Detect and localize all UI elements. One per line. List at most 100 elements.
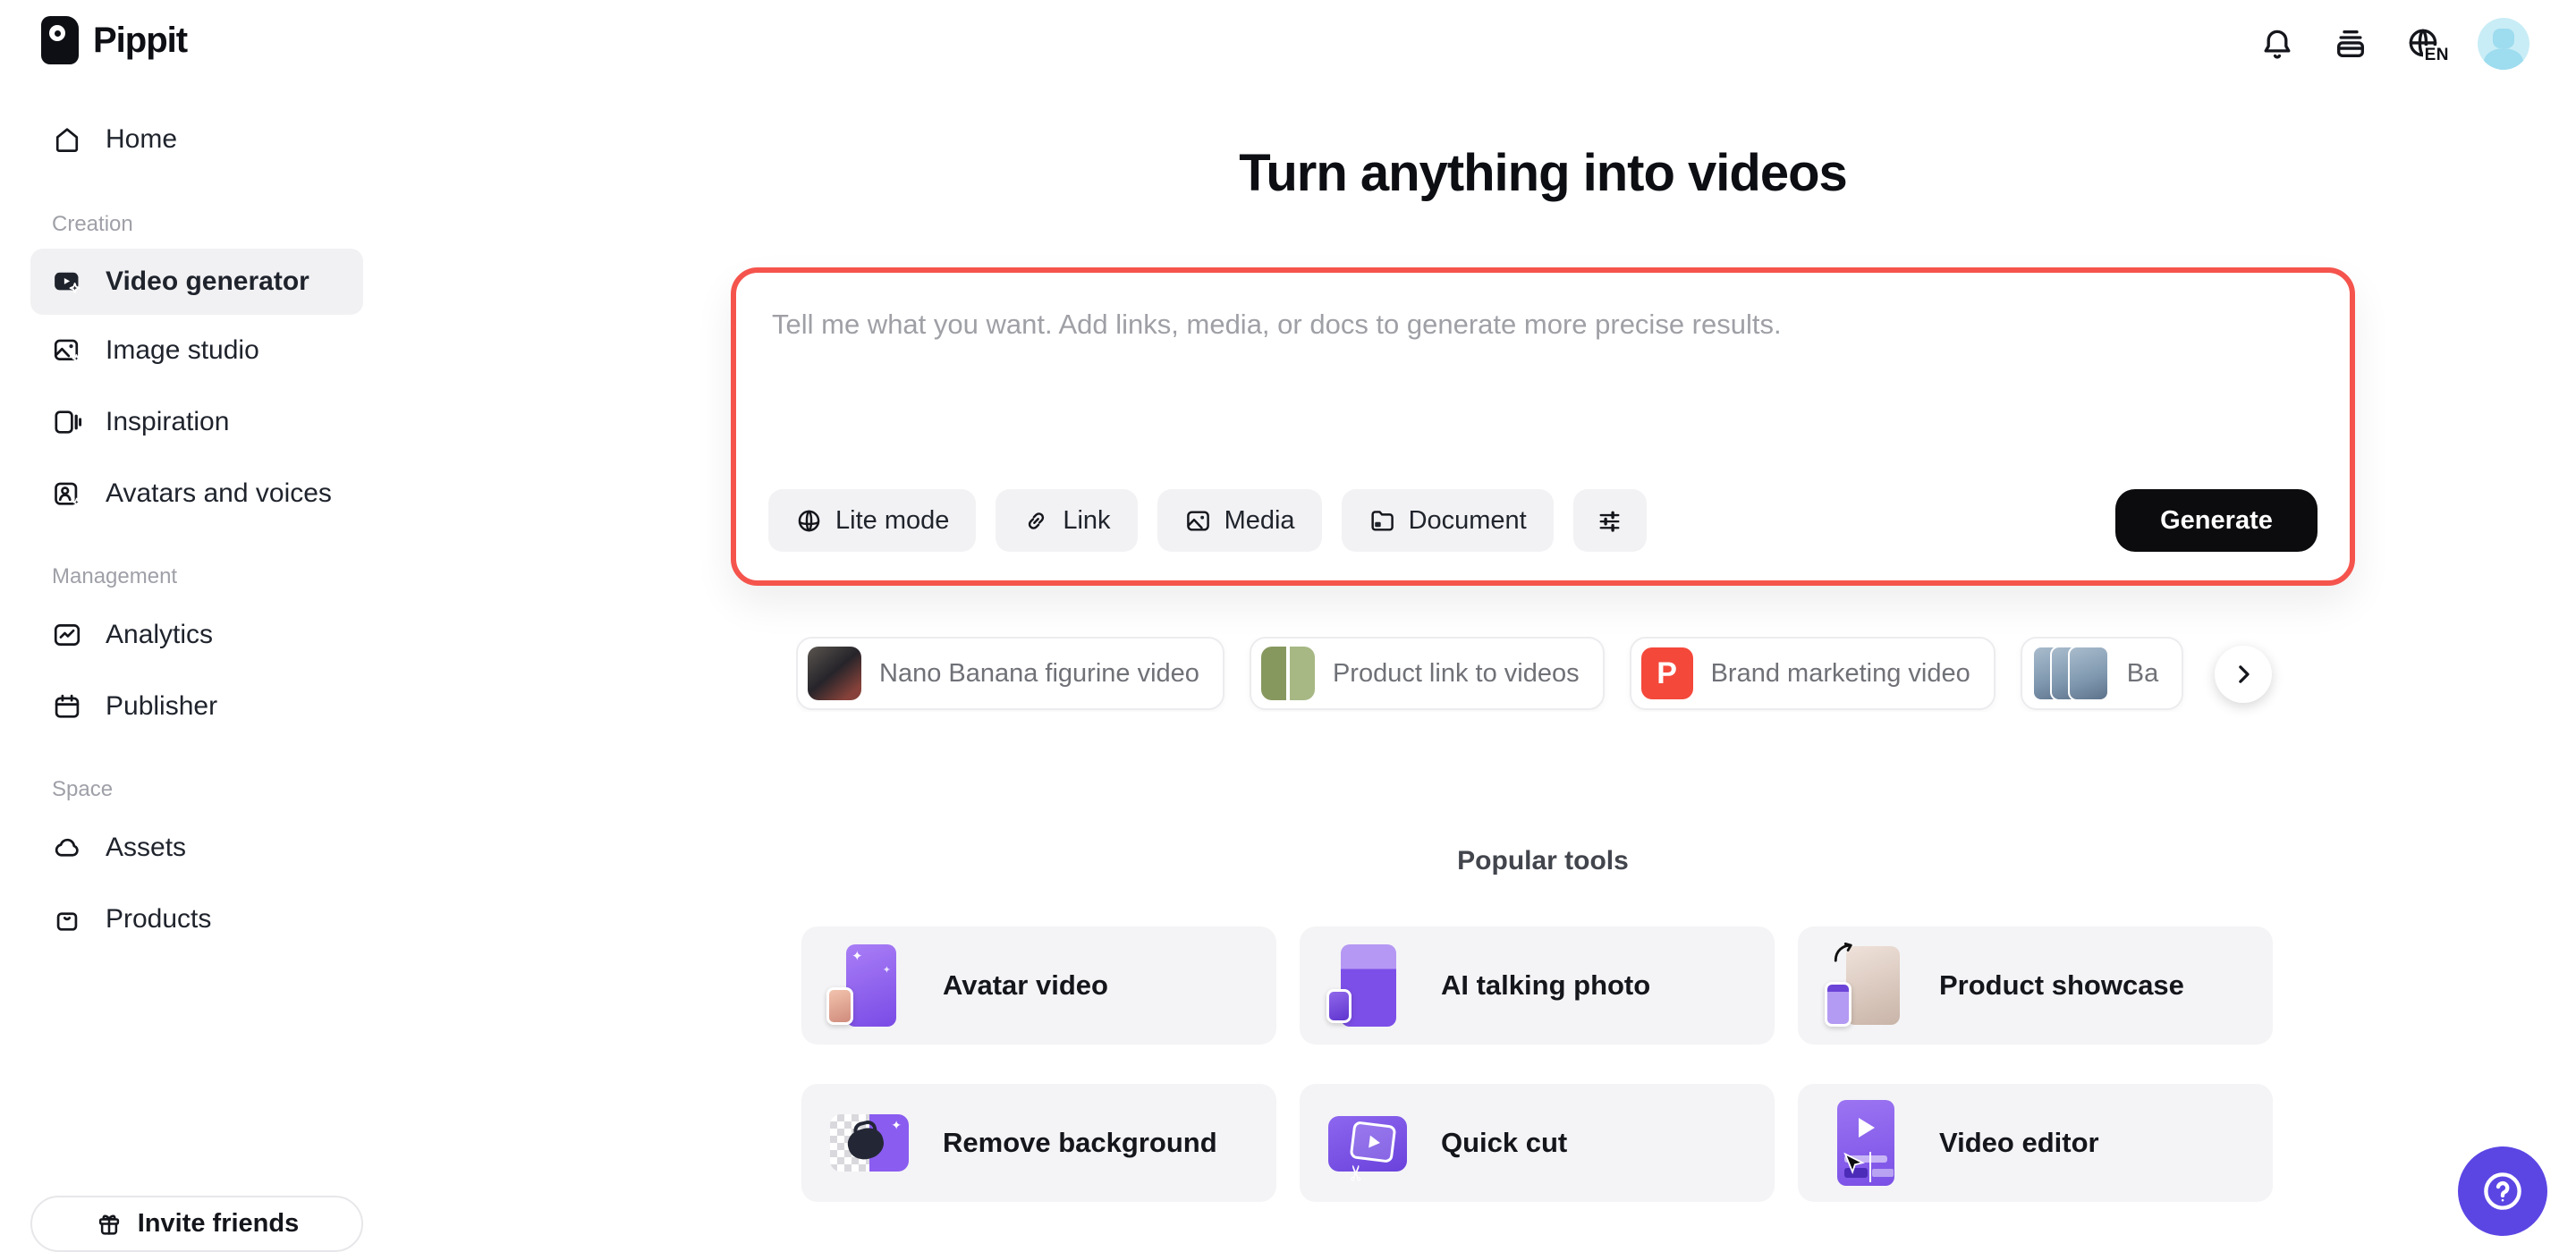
topbar-actions: EN	[2258, 18, 2529, 70]
tool-label: Video editor	[1939, 1127, 2099, 1158]
language-globe-icon[interactable]: EN	[2404, 24, 2449, 65]
tool-label: Remove background	[943, 1127, 1217, 1158]
sidebar-item-products[interactable]: Products	[30, 891, 363, 948]
invite-friends-label: Invite friends	[137, 1209, 300, 1238]
chip-brand-marketing-video[interactable]: P Brand marketing video	[1629, 637, 1996, 710]
user-avatar[interactable]	[2478, 18, 2529, 70]
pippit-logo-icon	[41, 16, 79, 64]
tool-card-video-editor[interactable]: Video editor	[1798, 1084, 2273, 1202]
document-folder-icon	[1370, 510, 1394, 531]
chip-thumbnail	[1260, 647, 1315, 700]
chip-truncated[interactable]: Ba	[2020, 637, 2184, 710]
popular-tools-title: Popular tools	[1457, 846, 1629, 876]
popular-tools-grid: Avatar video AI talking photo Product sh…	[801, 926, 2273, 1202]
pippit-logo-text: Pippit	[93, 20, 188, 60]
tool-label: Avatar video	[943, 969, 1108, 1001]
chip-label: Product link to videos	[1332, 658, 1580, 688]
curved-arrow-icon	[1834, 942, 1852, 962]
sidebar-item-label: Publisher	[106, 691, 218, 721]
chip-thumbnail	[808, 647, 861, 700]
generation-settings-button[interactable]	[1572, 489, 1647, 552]
inspiration-icon	[55, 410, 82, 434]
page-title: Turn anything into videos	[1239, 144, 1848, 202]
products-bag-icon	[56, 912, 78, 931]
tool-label: AI talking photo	[1441, 969, 1651, 1001]
home-icon	[55, 128, 79, 152]
media-image-icon	[1186, 510, 1209, 531]
tool-card-ai-talking-photo[interactable]: AI talking photo	[1300, 926, 1775, 1045]
chip-product-link-to-videos[interactable]: Product link to videos	[1249, 637, 1605, 710]
mouse-cursor	[1843, 1152, 1865, 1175]
avatar-silhouette-head	[2493, 29, 2514, 48]
sidebar-section-creation: Creation	[52, 212, 133, 236]
sidebar-item-analytics[interactable]: Analytics	[30, 606, 363, 664]
sidebar-item-publisher[interactable]: Publisher	[30, 678, 363, 735]
prompt-composer-card: Lite mode Link Media Document Generate	[731, 267, 2355, 586]
tool-label: Product showcase	[1939, 969, 2184, 1001]
chip-p-badge: P	[1640, 647, 1693, 699]
video-generator-icon	[55, 272, 80, 294]
gift-icon	[98, 1214, 119, 1235]
sidebar-item-assets[interactable]: Assets	[30, 819, 363, 876]
ai-talking-photo-thumbnail	[1325, 943, 1411, 1028]
language-code: EN	[2422, 46, 2449, 65]
sidebar-item-avatars-and-voices[interactable]: Avatars and voices	[30, 465, 363, 522]
add-media-button[interactable]: Media	[1157, 489, 1322, 552]
avatar-silhouette-body	[2484, 48, 2523, 70]
pippit-logo[interactable]: Pippit	[41, 16, 188, 64]
sidebar: Home Creation Video generator Image stud…	[30, 111, 363, 948]
chip-label: Ba	[2126, 658, 2159, 688]
sidebar-item-label: Video generator	[106, 266, 309, 296]
sidebar-item-label: Assets	[106, 833, 187, 862]
quick-cut-thumbnail: ✂	[1325, 1100, 1411, 1186]
chevron-right-icon	[2239, 665, 2250, 683]
avatars-icon	[55, 482, 81, 507]
tool-card-quick-cut[interactable]: ✂ Quick cut	[1300, 1084, 1775, 1202]
tool-label: Quick cut	[1441, 1127, 1568, 1158]
invite-friends-button[interactable]: Invite friends	[30, 1196, 363, 1252]
chip-label: Nano Banana figurine video	[879, 658, 1199, 688]
add-link-button[interactable]: Link	[996, 489, 1138, 552]
analytics-icon	[54, 624, 80, 646]
chip-nano-banana-figurine-video[interactable]: Nano Banana figurine video	[796, 637, 1224, 710]
product-showcase-thumbnail	[1823, 942, 1909, 1028]
sidebar-item-video-generator[interactable]: Video generator	[30, 249, 363, 315]
sidebar-item-label: Image studio	[106, 335, 259, 365]
suggestion-chips-row: Nano Banana figurine video Product link …	[796, 637, 2354, 712]
sidebar-item-label: Avatars and voices	[106, 478, 332, 508]
help-button[interactable]	[2458, 1146, 2547, 1236]
chip-label: Brand marketing video	[1710, 658, 1970, 688]
generate-button[interactable]: Generate	[2115, 489, 2318, 552]
notifications-bell-icon[interactable]	[2258, 24, 2297, 63]
remove-background-thumbnail: ✦	[826, 1100, 912, 1186]
add-media-label: Media	[1224, 505, 1295, 535]
tool-card-avatar-video[interactable]: Avatar video	[801, 926, 1276, 1045]
link-icon	[1029, 512, 1045, 529]
add-link-label: Link	[1063, 505, 1111, 535]
sphere-icon	[798, 510, 820, 531]
sidebar-item-image-studio[interactable]: Image studio	[30, 322, 363, 379]
tool-card-remove-background[interactable]: ✦ Remove background	[801, 1084, 1276, 1202]
sliders-icon	[1599, 511, 1620, 532]
sidebar-item-label: Home	[106, 124, 178, 154]
add-document-label: Document	[1408, 505, 1527, 535]
lite-mode-label: Lite mode	[835, 505, 950, 535]
archive-stack-icon[interactable]	[2331, 24, 2370, 63]
sidebar-item-label: Inspiration	[106, 407, 230, 436]
composer-toolbar: Lite mode Link Media Document Generate	[768, 489, 2318, 552]
chips-scroll-next-button[interactable]	[2215, 646, 2272, 703]
add-document-button[interactable]: Document	[1341, 489, 1554, 552]
sidebar-item-label: Analytics	[106, 620, 214, 649]
sidebar-item-inspiration[interactable]: Inspiration	[30, 393, 363, 451]
tool-card-product-showcase[interactable]: Product showcase	[1798, 926, 2273, 1045]
prompt-input[interactable]	[772, 309, 2292, 434]
sidebar-item-home[interactable]: Home	[30, 111, 363, 168]
sidebar-section-space: Space	[52, 777, 114, 801]
lite-mode-button[interactable]: Lite mode	[768, 489, 977, 552]
image-studio-icon	[54, 339, 81, 363]
sidebar-section-management: Management	[52, 564, 178, 588]
assets-cloud-icon	[55, 838, 79, 857]
sidebar-item-label: Products	[106, 904, 212, 934]
publisher-icon	[55, 694, 80, 718]
question-mark-icon	[2484, 1172, 2521, 1210]
